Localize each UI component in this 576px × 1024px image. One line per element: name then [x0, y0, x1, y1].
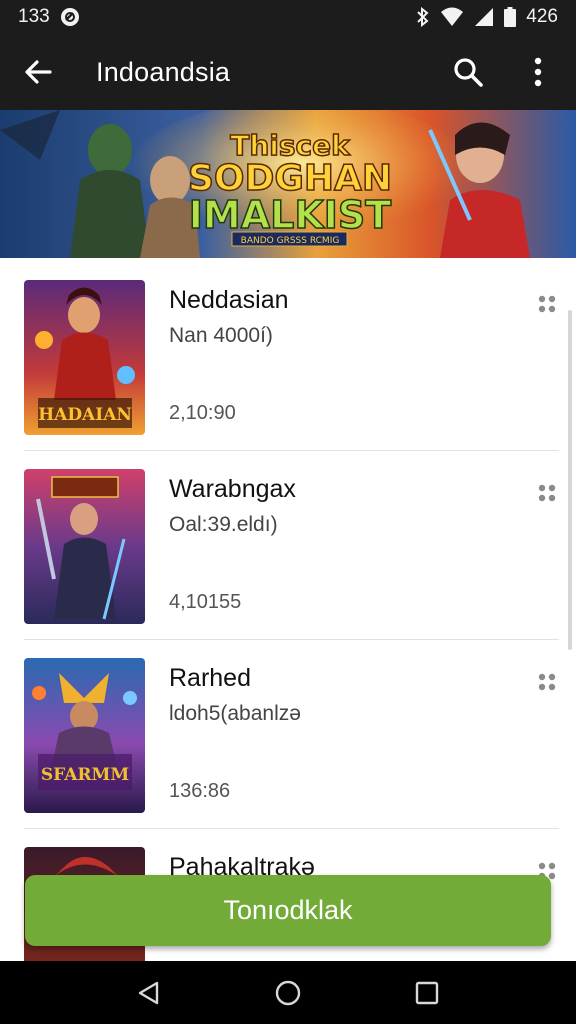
item-title: Neddasian — [169, 286, 289, 314]
recents-square-icon[interactable] — [407, 973, 447, 1013]
list-item[interactable]: Warabngax Oal:39.eldı) 4,10155 — [24, 451, 559, 640]
scrollbar[interactable] — [568, 310, 572, 650]
app-thumbnail — [24, 469, 145, 624]
item-menu-icon[interactable] — [535, 670, 559, 694]
item-meta: 2,10:90 — [169, 402, 236, 424]
back-triangle-icon[interactable] — [129, 973, 169, 1013]
app-screen: 133 426 Indoandsia Thiscek SODGHAN IMALK… — [0, 0, 576, 1024]
back-arrow-icon[interactable] — [18, 52, 58, 92]
home-circle-icon[interactable] — [268, 973, 308, 1013]
promo-banner[interactable]: Thiscek SODGHAN IMALKIST BANDO GRSSS RCM… — [0, 110, 576, 258]
item-title: Warabngax — [169, 475, 296, 503]
item-menu-icon[interactable] — [535, 292, 559, 316]
system-nav-bar — [0, 961, 576, 1024]
primary-action-button[interactable]: Tonıodklak — [25, 875, 551, 946]
app-thumbnail: HADAIAN — [24, 280, 145, 435]
thumb-label: HADAIAN — [38, 405, 132, 425]
wifi-icon — [440, 7, 464, 27]
item-meta: 136:86 — [169, 780, 231, 802]
item-subtitle: Oal:39.eldı) — [169, 513, 278, 536]
app-bar: Indoandsia — [0, 34, 576, 110]
item-subtitle: ldoh5(abanlzə — [169, 702, 301, 725]
thumb-label: SFARMM — [41, 765, 129, 785]
more-vert-icon[interactable] — [518, 52, 558, 92]
search-icon[interactable] — [448, 52, 488, 92]
app-thumbnail: SFARMM — [24, 658, 145, 813]
item-meta: 4,10155 — [169, 591, 242, 613]
status-time: 133 — [18, 6, 50, 27]
banner-line3: IMALKIST — [189, 193, 392, 237]
list-item[interactable]: HADAIAN Neddasian Nan 4000í) 2,10:90 — [24, 262, 559, 451]
page-title: Indoandsia — [96, 56, 231, 87]
battery-icon — [504, 7, 517, 27]
notification-icon — [60, 7, 80, 27]
item-title: Rarhed — [169, 664, 251, 692]
signal-icon — [474, 7, 494, 27]
status-bar: 133 426 — [0, 0, 576, 34]
item-subtitle: Nan 4000í) — [169, 324, 273, 347]
bluetooth-icon — [416, 7, 430, 27]
list-item[interactable]: SFARMM Rarhed ldoh5(abanlzə 136:86 — [24, 640, 559, 829]
item-menu-icon[interactable] — [535, 481, 559, 505]
banner-tagline: BANDO GRSSS RCMIG — [241, 236, 340, 246]
battery-text: 426 — [526, 6, 558, 27]
